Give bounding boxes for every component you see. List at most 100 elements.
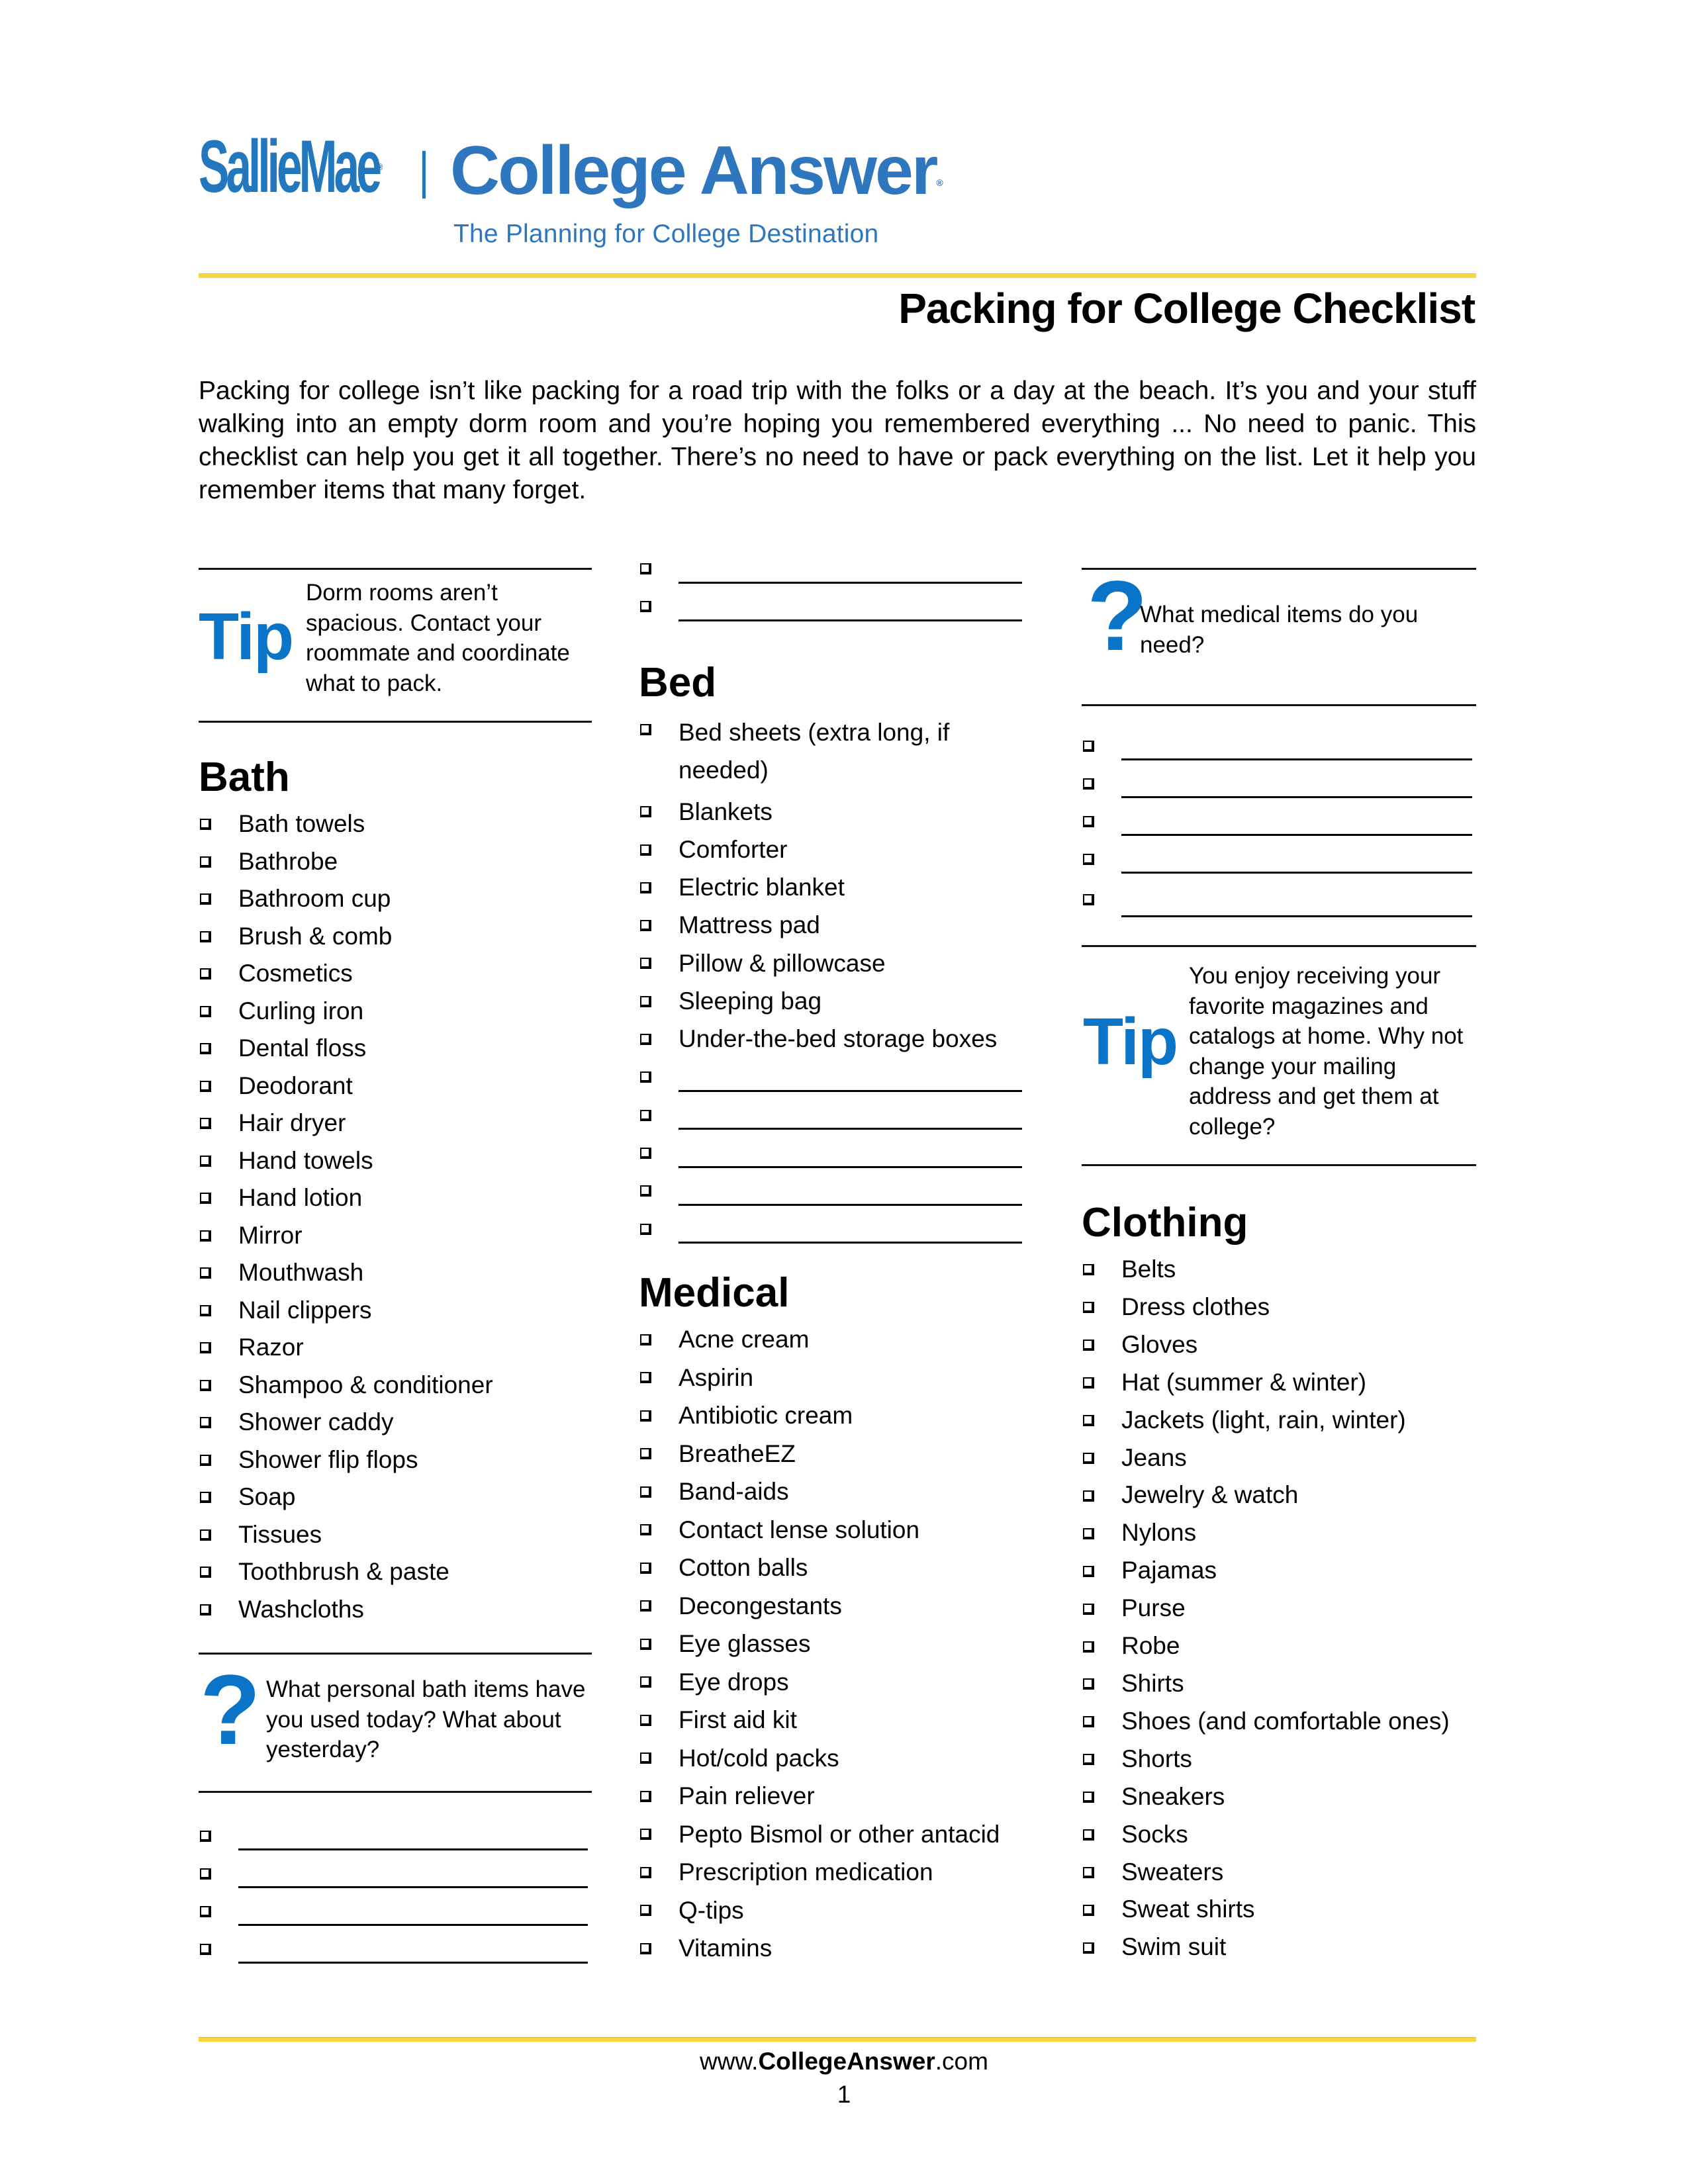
checklist-item[interactable]: Curling iron xyxy=(199,993,592,1030)
checkbox-icon[interactable] xyxy=(200,819,211,831)
checklist-item[interactable]: Eye drops xyxy=(639,1663,1026,1702)
checkbox-icon[interactable] xyxy=(640,806,651,818)
blank-checklist-item[interactable] xyxy=(199,1930,592,1968)
checklist-item[interactable]: BreatheEZ xyxy=(639,1435,1026,1473)
checklist-item[interactable]: Brush & comb xyxy=(199,918,592,956)
checkbox-icon[interactable] xyxy=(200,1379,211,1391)
checkbox-icon[interactable] xyxy=(1083,1452,1094,1464)
write-in-line[interactable] xyxy=(1121,796,1472,798)
blank-checklist-item[interactable] xyxy=(639,1172,1026,1210)
checkbox-icon[interactable] xyxy=(640,1600,651,1612)
checkbox-icon[interactable] xyxy=(640,1109,651,1121)
checklist-item[interactable]: Blankets xyxy=(639,793,1026,831)
checklist-item[interactable]: Tissues xyxy=(199,1516,592,1554)
checkbox-icon[interactable] xyxy=(640,1448,651,1460)
checkbox-icon[interactable] xyxy=(640,1334,651,1345)
write-in-line[interactable] xyxy=(679,1128,1022,1130)
checklist-item[interactable]: Socks xyxy=(1082,1816,1476,1854)
checkbox-icon[interactable] xyxy=(640,844,651,856)
write-in-line[interactable] xyxy=(238,1848,588,1850)
checkbox-icon[interactable] xyxy=(640,1147,651,1159)
checkbox-icon[interactable] xyxy=(640,1714,651,1726)
checklist-item[interactable]: Shower caddy xyxy=(199,1404,592,1441)
checkbox-icon[interactable] xyxy=(640,1562,651,1574)
write-in-line[interactable] xyxy=(679,1203,1022,1206)
write-in-line[interactable] xyxy=(679,1089,1022,1092)
checklist-item[interactable]: Jackets (light, rain, winter) xyxy=(1082,1402,1476,1439)
checkbox-icon[interactable] xyxy=(200,1417,211,1429)
checklist-item[interactable]: Decongestants xyxy=(639,1587,1026,1625)
checklist-item[interactable]: Deodorant xyxy=(199,1068,592,1105)
checklist-item[interactable]: Electric blanket xyxy=(639,868,1026,906)
blank-checklist-item[interactable] xyxy=(639,1134,1026,1171)
checkbox-icon[interactable] xyxy=(640,601,651,613)
blank-checklist-item[interactable] xyxy=(1082,802,1476,840)
blank-checklist-item[interactable] xyxy=(639,1096,1026,1134)
write-in-line[interactable] xyxy=(1121,915,1472,917)
write-in-line[interactable] xyxy=(679,581,1022,584)
blank-checklist-item[interactable] xyxy=(639,549,1026,588)
blank-checklist-item[interactable] xyxy=(199,1854,592,1892)
checklist-item[interactable]: Vitamins xyxy=(639,1929,1026,1968)
checklist-item[interactable]: Soap xyxy=(199,1479,592,1516)
checkbox-icon[interactable] xyxy=(640,920,651,932)
checklist-item[interactable]: Pepto Bismol or other antacid xyxy=(639,1815,1026,1854)
blank-checklist-item[interactable] xyxy=(199,1892,592,1930)
checkbox-icon[interactable] xyxy=(1083,1942,1094,1954)
checkbox-icon[interactable] xyxy=(200,1454,211,1466)
checkbox-icon[interactable] xyxy=(200,931,211,942)
checkbox-icon[interactable] xyxy=(200,1492,211,1504)
checklist-item[interactable]: Bathrobe xyxy=(199,843,592,881)
checkbox-icon[interactable] xyxy=(1083,1340,1094,1351)
checklist-item[interactable]: Hot/cold packs xyxy=(639,1739,1026,1778)
checklist-item[interactable]: Dress clothes xyxy=(1082,1289,1476,1326)
checkbox-icon[interactable] xyxy=(1083,740,1094,752)
checkbox-icon[interactable] xyxy=(200,1868,211,1880)
checklist-item[interactable]: Bed sheets (extra long, if needed) xyxy=(639,711,1026,793)
checklist-item[interactable]: Contact lense solution xyxy=(639,1511,1026,1549)
checkbox-icon[interactable] xyxy=(1083,778,1094,790)
blank-checklist-item[interactable] xyxy=(639,1058,1026,1096)
checkbox-icon[interactable] xyxy=(640,1223,651,1235)
checkbox-icon[interactable] xyxy=(1083,1377,1094,1389)
checklist-item[interactable]: Under-the-bed storage boxes xyxy=(639,1020,1026,1058)
checkbox-icon[interactable] xyxy=(1083,1904,1094,1916)
checkbox-icon[interactable] xyxy=(200,1567,211,1578)
checkbox-icon[interactable] xyxy=(1083,1527,1094,1539)
checkbox-icon[interactable] xyxy=(1083,1792,1094,1803)
checklist-item[interactable]: Shirts xyxy=(1082,1665,1476,1703)
write-in-line[interactable] xyxy=(238,1962,588,1964)
blank-checklist-item[interactable] xyxy=(1082,764,1476,802)
checklist-item[interactable]: Shampoo & conditioner xyxy=(199,1367,592,1404)
checkbox-icon[interactable] xyxy=(200,856,211,868)
checkbox-icon[interactable] xyxy=(640,1638,651,1650)
checkbox-icon[interactable] xyxy=(200,1943,211,1955)
checkbox-icon[interactable] xyxy=(200,1043,211,1055)
checkbox-icon[interactable] xyxy=(640,1034,651,1046)
checklist-item[interactable]: Bath towels xyxy=(199,805,592,843)
checkbox-icon[interactable] xyxy=(640,1676,651,1688)
checklist-item[interactable]: Cotton balls xyxy=(639,1549,1026,1587)
write-in-line[interactable] xyxy=(238,1886,588,1888)
blank-checklist-item[interactable] xyxy=(1082,727,1476,764)
write-in-line[interactable] xyxy=(238,1924,588,1926)
checkbox-icon[interactable] xyxy=(200,1118,211,1130)
checklist-item[interactable]: Jewelry & watch xyxy=(1082,1477,1476,1514)
checklist-item[interactable]: Nail clippers xyxy=(199,1292,592,1330)
checklist-item[interactable]: Belts xyxy=(1082,1251,1476,1289)
checklist-item[interactable]: Pain reliever xyxy=(639,1777,1026,1815)
checklist-item[interactable]: Sneakers xyxy=(1082,1778,1476,1816)
checklist-item[interactable]: Toothbrush & paste xyxy=(199,1553,592,1591)
checkbox-icon[interactable] xyxy=(1083,1415,1094,1427)
checkbox-icon[interactable] xyxy=(640,995,651,1007)
write-in-line[interactable] xyxy=(1121,834,1472,836)
checklist-item[interactable]: Band-aids xyxy=(639,1473,1026,1511)
checklist-item[interactable]: Robe xyxy=(1082,1627,1476,1665)
checkbox-icon[interactable] xyxy=(640,1790,651,1802)
checkbox-icon[interactable] xyxy=(200,1604,211,1615)
checkbox-icon[interactable] xyxy=(200,893,211,905)
blank-checklist-item[interactable] xyxy=(1082,840,1476,878)
checkbox-icon[interactable] xyxy=(1083,1754,1094,1766)
checklist-item[interactable]: Bathroom cup xyxy=(199,880,592,918)
checkbox-icon[interactable] xyxy=(200,1905,211,1917)
